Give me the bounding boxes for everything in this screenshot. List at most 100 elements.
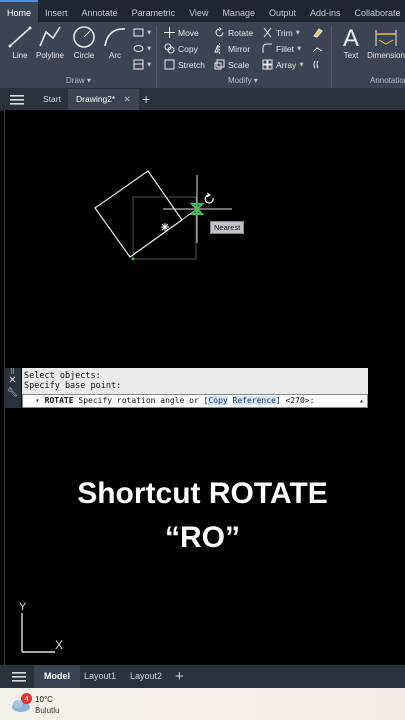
rotate-button[interactable]: Rotate: [214, 27, 253, 38]
tab-drawing2-label: Drawing2*: [76, 94, 116, 104]
polyline-label: Polyline: [35, 51, 64, 60]
circle-tool-button[interactable]: Circle: [67, 24, 101, 60]
ucs-x-label: X: [55, 638, 64, 652]
draw-panel-title[interactable]: Draw ▾: [66, 76, 91, 85]
new-tab-button[interactable]: +: [142, 89, 150, 110]
line-icon: [8, 26, 32, 48]
ribbon-panel: Line Polyline Circle Arc ▾ ▾ ▾ Draw ▾ Mo…: [0, 22, 405, 89]
region-tool[interactable]: ▾: [133, 59, 151, 70]
panel-divider: [331, 26, 332, 88]
tab-view[interactable]: View: [182, 0, 215, 22]
offset-icon: [313, 60, 319, 69]
tab-manage[interactable]: Manage: [215, 0, 262, 22]
scale-button[interactable]: Scale: [214, 59, 249, 70]
text-icon: A: [343, 25, 359, 50]
command-history-line: Specify base point:: [24, 381, 122, 391]
close-icon[interactable]: ✕: [4, 376, 21, 386]
option-copy[interactable]: Copy: [208, 396, 228, 405]
trim-button[interactable]: Trim ▾: [262, 27, 300, 38]
eraser-icon: [313, 28, 323, 38]
overlay-title: Shortcut ROTATE: [77, 477, 328, 510]
modify-panel-title[interactable]: Modify ▾: [228, 76, 258, 85]
mirror-button[interactable]: Mirror: [214, 43, 250, 54]
ribbon-tab-bar: Home Insert Annotate Parametric View Man…: [0, 0, 405, 22]
ucs-y-label: Y: [19, 601, 27, 613]
scale-icon: [214, 59, 225, 70]
fillet-button[interactable]: Fillet ▾: [262, 43, 301, 54]
offset-button[interactable]: [312, 59, 323, 70]
array-icon: [262, 59, 273, 70]
arc-tool-button[interactable]: Arc: [98, 24, 132, 60]
recent-commands-icon[interactable]: ▾: [35, 396, 40, 405]
dimension-tool-button[interactable]: Dimension: [366, 24, 405, 60]
hatch-icon: [133, 45, 144, 52]
option-reference[interactable]: Reference: [232, 396, 276, 405]
circle-label: Circle: [73, 51, 95, 60]
move-button[interactable]: Move: [164, 27, 199, 38]
rotate-label: Rotate: [228, 27, 254, 38]
command-history-line: Select objects:: [24, 371, 101, 381]
copy-label: Copy: [178, 43, 198, 54]
move-label: Move: [178, 27, 199, 38]
scale-label: Scale: [228, 59, 250, 70]
text-tool-button[interactable]: A Text: [334, 24, 368, 60]
overlay-subtitle: “RO”: [165, 521, 240, 554]
line-tool-button[interactable]: Line: [3, 24, 37, 60]
arc-label: Arc: [109, 51, 121, 60]
copy-button[interactable]: Copy: [164, 43, 198, 54]
erase-button[interactable]: [312, 27, 323, 38]
annotation-panel-title[interactable]: Annotation: [370, 76, 405, 85]
tab-annotate[interactable]: Annotate: [75, 0, 125, 22]
tab-insert[interactable]: Insert: [38, 0, 75, 22]
tab-output[interactable]: Output: [262, 0, 303, 22]
close-icon[interactable]: ✕: [124, 94, 131, 104]
customize-wrench-icon[interactable]: 🔧︎: [4, 386, 21, 398]
modify-panel-label: Modify: [228, 76, 252, 85]
explode-icon: [312, 47, 323, 53]
tab-model[interactable]: Model: [34, 665, 80, 688]
tab-layout2[interactable]: Layout2: [130, 665, 162, 688]
os-taskbar: 4 10°C Bulutlu: [0, 688, 405, 720]
rectangle-tool[interactable]: ▾: [133, 27, 151, 38]
weather-condition-text: Bulutlu: [35, 706, 60, 715]
tab-home[interactable]: Home: [0, 0, 39, 22]
command-input[interactable]: ▾ ROTATE Specify rotation angle or [Copy…: [22, 394, 368, 408]
fillet-label: Fillet: [276, 43, 294, 54]
dimension-label: Dimension: [367, 51, 405, 60]
notification-badge: 4: [21, 693, 32, 704]
polyline-icon: [39, 26, 61, 47]
array-label: Array: [276, 59, 297, 70]
rectangle-icon: [133, 28, 144, 37]
trim-icon: [263, 27, 272, 38]
array-button[interactable]: Array ▾: [262, 59, 304, 70]
hamburger-icon: [12, 672, 26, 682]
tab-layout1[interactable]: Layout1: [84, 665, 116, 688]
hamburger-icon: [10, 95, 24, 105]
tab-parametric[interactable]: Parametric: [125, 0, 183, 22]
mirror-icon: [214, 43, 220, 54]
new-layout-button[interactable]: +: [175, 665, 184, 688]
dimension-icon: [375, 30, 397, 46]
explode-button[interactable]: [312, 43, 323, 54]
app-menu-button[interactable]: [10, 89, 24, 110]
fillet-icon: [262, 43, 272, 53]
chevron-up-icon[interactable]: ▴: [359, 395, 364, 407]
tab-start[interactable]: Start: [43, 89, 61, 110]
plus-icon: +: [142, 91, 151, 107]
command-name: ROTATE: [44, 396, 74, 405]
tab-collaborate[interactable]: Collaborate: [348, 0, 405, 22]
command-line-handle[interactable]: ⠿ ✕ 🔧︎: [4, 368, 21, 408]
stretch-button[interactable]: Stretch: [164, 59, 205, 70]
temperature-text: 10°C: [35, 695, 53, 704]
tab-add-ins[interactable]: Add-ins: [303, 0, 348, 22]
move-icon: [164, 27, 175, 38]
mirror-label: Mirror: [228, 43, 251, 54]
tab-drawing2[interactable]: Drawing2* ✕: [68, 89, 139, 110]
text-label: Text: [343, 51, 359, 60]
panel-divider: [156, 26, 157, 88]
polyline-tool-button[interactable]: Polyline: [33, 24, 67, 60]
layout-menu-button[interactable]: [12, 665, 26, 688]
hatch-tool[interactable]: ▾: [133, 43, 151, 54]
circle-icon: [73, 26, 95, 48]
plus-icon: +: [175, 668, 184, 685]
